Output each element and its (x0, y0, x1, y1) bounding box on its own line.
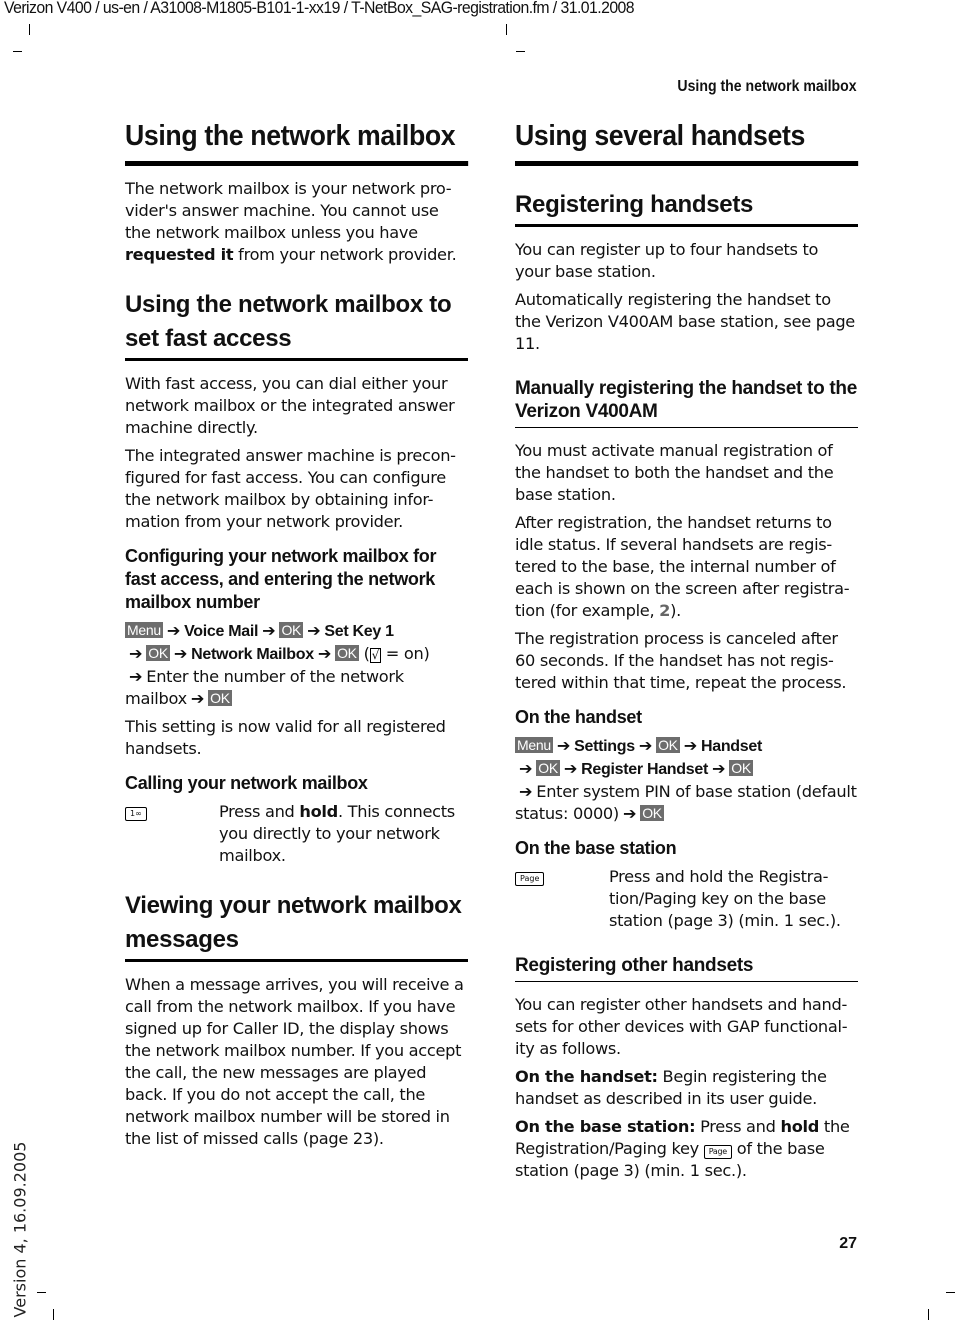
ok-key: OK (729, 760, 753, 776)
ok-key: OK (279, 622, 304, 638)
heading-other-handsets: Registering other handsets (515, 954, 858, 982)
ok-key: OK (146, 645, 170, 661)
crop-mark (516, 51, 525, 52)
arrow-icon: ➔ (519, 782, 533, 801)
manual-p3: The registration process is canceled aft… (515, 629, 847, 692)
arrow-icon: ➔ (129, 644, 143, 663)
handset-steps: Menu ➔ Settings ➔ OK ➔ Handset ➔ OK ➔ Register Ha… (515, 736, 857, 823)
arrow-icon: ➔ (622, 804, 637, 823)
manual-p1: You must activate manual registration of… (515, 441, 834, 504)
ok-key: OK (640, 805, 664, 821)
arrow-icon: ➔ (556, 736, 571, 755)
arrow-icon: ➔ (173, 644, 188, 663)
version-note: Version 4, 16.09.2005 (10, 1141, 30, 1318)
document-meta: Verizon V400 / us-en / A31008-M1805-B101… (4, 0, 635, 17)
valid-note: This setting is now valid for all regist… (125, 717, 446, 758)
heading-configure-mailbox: Configuring your network mailbox for fas… (125, 546, 437, 612)
page-key-icon: Page (703, 1145, 732, 1159)
crop-mark (928, 1309, 929, 1320)
heading-registering-handsets: Registering handsets (515, 188, 858, 227)
other-base-note: On the base station: Press and hold the … (515, 1117, 850, 1180)
base-station-instruction: Page Press and hold the Registra-tion/Pa… (515, 866, 858, 932)
arrow-icon: ➔ (683, 736, 698, 755)
section-title-network-mailbox: Using the network mailbox (125, 120, 469, 166)
arrow-icon: ➔ (317, 644, 332, 663)
heading-fast-access: Using the network mailbox to set fast ac… (125, 288, 468, 361)
left-column: Using the network mailbox The network ma… (125, 120, 469, 1150)
page-key-icon: Page (515, 872, 545, 886)
arrow-icon: ➔ (307, 621, 321, 640)
arrow-icon: ➔ (519, 759, 533, 778)
section-title-several-handsets: Using several handsets (515, 120, 859, 166)
arrow-icon: ➔ (638, 736, 653, 755)
crop-mark (13, 51, 22, 52)
menu-key: Menu (515, 737, 553, 753)
arrow-icon: ➔ (711, 759, 726, 778)
arrow-icon: ➔ (262, 621, 276, 640)
heading-calling-mailbox: Calling your network mailbox (125, 773, 368, 793)
viewing-paragraph: When a message arrives, you will receive… (125, 975, 464, 1148)
fast-access-p2: The integrated answer machine is precon-… (125, 446, 456, 531)
registering-p1: You can register up to four handsets to … (515, 240, 819, 281)
other-p1: You can register other handsets and hand… (515, 995, 848, 1058)
arrow-icon: ➔ (190, 689, 205, 708)
intro-paragraph: The network mailbox is your network pro-… (125, 179, 457, 264)
crop-mark (506, 24, 507, 35)
running-head: Using the network mailbox (677, 78, 857, 95)
calling-instruction: 1∞ Press and hold. This connects you dir… (125, 801, 468, 867)
ok-key: OK (656, 737, 680, 753)
arrow-icon: ➔ (129, 667, 143, 686)
menu-key: Menu (125, 622, 163, 638)
ok-key: OK (208, 690, 232, 706)
crop-mark (946, 1292, 955, 1293)
registering-p2: Automatically registering the handset to… (515, 290, 855, 353)
heading-viewing-messages: Viewing your network mailbox messages (125, 889, 468, 962)
arrow-icon: ➔ (166, 621, 181, 640)
crop-mark (37, 1292, 46, 1293)
ok-key: OK (335, 645, 359, 661)
crop-mark (29, 24, 30, 35)
fast-access-p1: With fast access, you can dial either yo… (125, 374, 455, 437)
arrow-icon: ➔ (563, 759, 578, 778)
page-number: 27 (839, 1235, 857, 1252)
right-column: Using several handsets Registering hands… (515, 120, 859, 1182)
heading-manual-registration: Manually registering the handset to the … (515, 377, 858, 428)
configure-steps: Menu ➔ Voice Mail ➔ OK ➔ Set Key 1 ➔ OK ➔ Network… (125, 621, 430, 708)
crop-mark (53, 1309, 54, 1320)
manual-p2: After registration, the handset returns … (515, 513, 850, 620)
other-handset-note: On the handset: Begin registering the ha… (515, 1067, 827, 1108)
key-1-voicemail-icon: 1∞ (125, 807, 147, 821)
heading-on-handset: On the handset (515, 707, 642, 727)
ok-key: OK (536, 760, 560, 776)
checkbox-icon: √ (369, 648, 381, 663)
heading-on-base-station: On the base station (515, 838, 677, 858)
